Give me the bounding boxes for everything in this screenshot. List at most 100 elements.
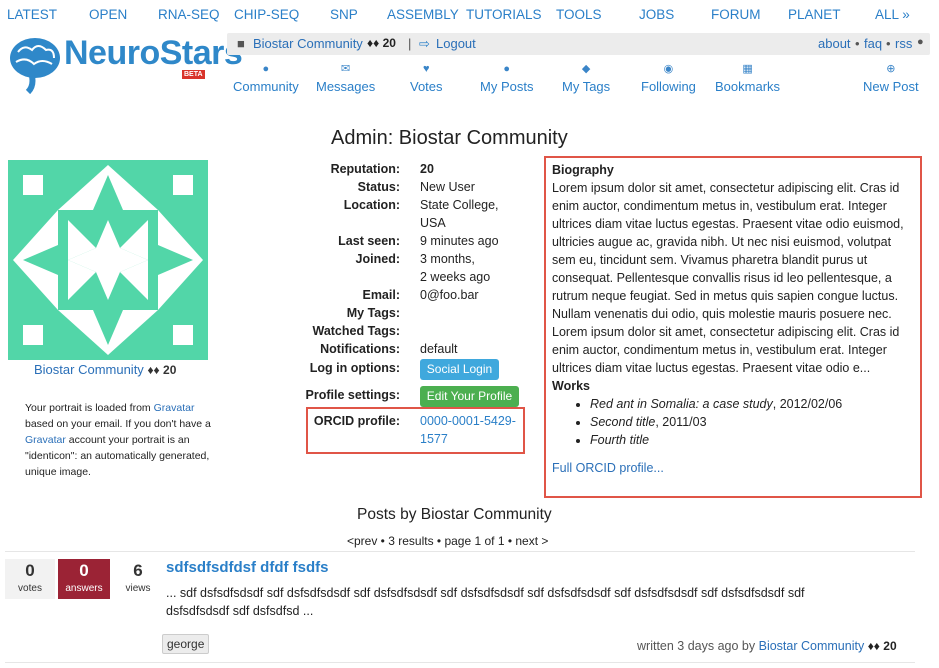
top-nav: LATEST OPEN RNA-SEQ CHIP-SEQ SNP ASSEMBL… — [0, 0, 939, 30]
nav-community[interactable]: ● Community — [233, 62, 299, 94]
nav-community-label: Community — [233, 79, 299, 94]
portrait-note: Your portrait is loaded from Gravatar ba… — [25, 400, 225, 480]
logout-link[interactable]: Logout — [436, 36, 476, 51]
user-badge: ♦♦ 20 — [367, 36, 396, 50]
votes-label: votes — [18, 583, 42, 594]
nav-votes-label: Votes — [410, 79, 443, 94]
nav-rna-seq[interactable]: RNA-SEQ — [158, 7, 220, 22]
written-text: written 3 days ago by — [637, 639, 759, 653]
heart-icon: ♥ — [423, 63, 430, 75]
social-login-button[interactable]: Social Login — [420, 359, 499, 380]
nav-forum[interactable]: FORUM — [711, 7, 761, 22]
answers-label: answers — [65, 583, 103, 594]
watched-tags-label: Watched Tags: — [312, 324, 400, 338]
rss-icon: ● — [917, 36, 924, 48]
post-title-link[interactable]: sdfsdfsdfdsf dfdf fsdfs — [166, 559, 329, 576]
work-date: , 2011/03 — [655, 415, 707, 429]
divider — [5, 662, 915, 663]
votes-count: 0 votes — [5, 559, 55, 599]
status-label: Status: — [357, 180, 400, 194]
portrait-note-text: based on your email. If you don't have a — [25, 418, 211, 430]
plus-circle-icon: ⊕ — [886, 63, 896, 75]
login-options-label: Log in options: — [309, 361, 400, 375]
post-excerpt: ... sdf dsfsdfsdsdf sdf dsfsdfsdsdf sdf … — [166, 586, 805, 618]
faq-link[interactable]: faq — [864, 36, 882, 51]
book-icon: ▦ — [742, 63, 753, 75]
gravatar-link[interactable]: Gravatar — [25, 434, 66, 446]
user-link[interactable]: Biostar Community — [253, 36, 363, 51]
nav-my-tags-label: My Tags — [562, 79, 611, 94]
envelope-icon: ✉ — [341, 63, 351, 75]
nav-bookmarks-label: Bookmarks — [715, 79, 781, 94]
brain-icon — [10, 38, 60, 94]
notifications-value: default — [420, 342, 458, 356]
dot-separator: • — [855, 36, 860, 51]
gravatar-link[interactable]: Gravatar — [154, 402, 195, 414]
email-value: 0@foo.bar — [420, 288, 479, 302]
work-item: Red ant in Somalia: a case study, 2012/0… — [590, 395, 915, 413]
tag-badge[interactable]: george — [162, 634, 210, 654]
biography-heading: Biography — [552, 163, 614, 177]
location-value: State College, — [420, 198, 499, 212]
about-link[interactable]: about — [818, 36, 851, 51]
nav-votes[interactable]: ♥ Votes — [410, 62, 443, 94]
nav-tutorials[interactable]: TUTORIALS — [466, 7, 542, 22]
tag-icon: ◆ — [581, 63, 591, 75]
nav-tools[interactable]: TOOLS — [556, 7, 602, 22]
views-count: 6 views — [113, 559, 163, 599]
dot-separator: • — [886, 36, 891, 51]
nav-snp[interactable]: SNP — [330, 7, 358, 22]
nav-my-posts-label: My Posts — [480, 79, 534, 94]
user-bar: ■ Biostar Community ♦♦ 20 | ⇨ Logout abo… — [227, 33, 930, 55]
work-title: Red ant in Somalia: a case study — [590, 397, 773, 411]
status-value: New User — [420, 180, 475, 194]
nav-latest[interactable]: LATEST — [7, 7, 57, 22]
my-tags-label: My Tags: — [346, 306, 400, 320]
reputation-label: Reputation: — [330, 162, 400, 176]
full-orcid-link[interactable]: Full ORCID profile... — [552, 461, 664, 475]
joined-value: 3 months, — [420, 252, 475, 266]
beta-badge: BETA — [182, 70, 205, 79]
nav-all[interactable]: ALL » — [875, 7, 910, 22]
logo-text: NeuroStars — [64, 34, 243, 72]
nav-assembly[interactable]: ASSEMBLY — [387, 7, 459, 22]
nav-chip-seq[interactable]: CHIP-SEQ — [234, 7, 299, 22]
views-label: views — [125, 583, 151, 594]
work-item: Fourth title — [590, 431, 915, 449]
nav-open[interactable]: OPEN — [89, 7, 127, 22]
post-meta: written 3 days ago by Biostar Community … — [637, 639, 897, 653]
orcid-link-2[interactable]: 1577 — [420, 432, 448, 446]
profile-settings-label: Profile settings: — [305, 388, 400, 402]
views-number: 6 — [133, 561, 143, 580]
email-label: Email: — [362, 288, 400, 302]
portrait-name: Biostar Community ♦♦ 20 — [34, 362, 176, 377]
nav-planet[interactable]: PLANET — [788, 7, 841, 22]
nav-my-tags[interactable]: ◆ My Tags — [562, 62, 610, 94]
logout-icon: ⇨ — [419, 36, 430, 51]
nav-messages[interactable]: ✉ Messages — [316, 62, 375, 94]
location-label: Location: — [343, 198, 400, 212]
globe-icon: ● — [262, 63, 270, 75]
nav-new-post-label: New Post — [863, 79, 919, 94]
nav-bookmarks[interactable]: ▦ Bookmarks — [715, 62, 780, 94]
portrait-note-text: Your portrait is loaded from — [25, 402, 154, 414]
nav-jobs[interactable]: JOBS — [639, 7, 674, 22]
nav-new-post[interactable]: ⊕ New Post — [863, 62, 919, 94]
last-seen-value: 9 minutes ago — [420, 234, 499, 248]
orcid-label: ORCID profile: — [313, 414, 400, 428]
nav-following[interactable]: ◉ Following — [641, 62, 696, 94]
author-badge: ♦♦ 20 — [867, 639, 897, 653]
orcid-link[interactable]: 0000-0001-5429- — [420, 414, 516, 428]
biography-text: Lorem ipsum dolor sit amet, consectetur … — [552, 181, 904, 375]
edit-profile-button[interactable]: Edit Your Profile — [420, 386, 519, 407]
pager[interactable]: <prev • 3 results • page 1 of 1 • next > — [347, 534, 548, 548]
author-link[interactable]: Biostar Community — [759, 639, 865, 653]
notifications-label: Notifications: — [320, 342, 400, 356]
site-logo[interactable]: NeuroStars BETA — [8, 34, 243, 104]
posts-heading: Posts by Biostar Community — [357, 506, 552, 523]
portrait-user-link[interactable]: Biostar Community — [34, 362, 144, 377]
user-icon: ■ — [237, 36, 245, 51]
nav-my-posts[interactable]: ● My Posts — [480, 62, 533, 94]
page-title: Admin: Biostar Community — [331, 127, 568, 149]
rss-link[interactable]: rss — [895, 36, 912, 51]
